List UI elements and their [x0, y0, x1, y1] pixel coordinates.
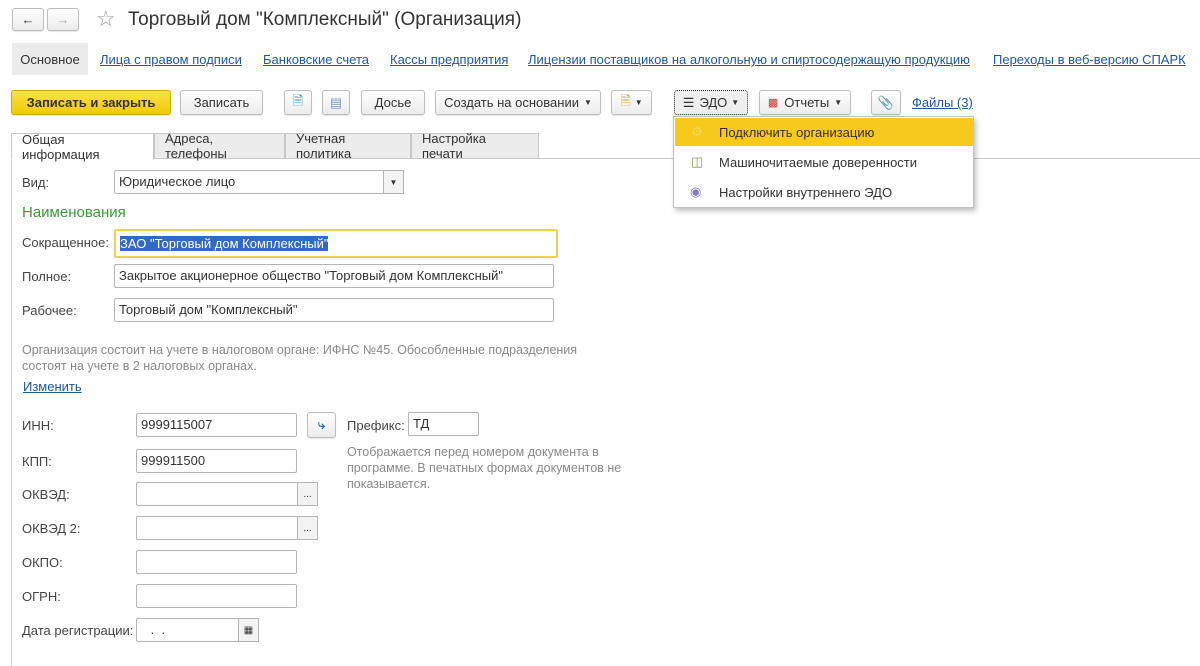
- chevron-down-icon: ▼: [634, 98, 643, 107]
- okved-input[interactable]: ...: [136, 482, 318, 506]
- forward-button[interactable]: →: [47, 8, 79, 31]
- work-name-input[interactable]: Торговый дом "Комплексный": [114, 298, 554, 322]
- nav-spark[interactable]: Переходы в веб-версию СПАРК: [993, 52, 1186, 67]
- dossier-button[interactable]: Досье: [361, 90, 425, 115]
- print-menu-button[interactable]: 🗎 ▼: [611, 90, 652, 115]
- ogrn-input[interactable]: [136, 584, 297, 608]
- edo-dropdown-menu: ⚙ Подключить организацию ◫ Машиночитаемые …: [673, 116, 974, 208]
- menu-item-poa[interactable]: ◫ Машиночитаемые доверенности: [675, 148, 973, 176]
- edo-icon: ☰: [682, 94, 695, 110]
- settings-circle-icon: ◉: [690, 184, 702, 199]
- kpp-input[interactable]: 999911500: [136, 449, 297, 473]
- create-based-button[interactable]: Создать на основании ▼: [435, 90, 601, 115]
- chevron-down-icon: ▼: [834, 98, 843, 107]
- kpp-label: КПП:: [22, 454, 52, 469]
- full-name-input[interactable]: Закрытое акционерное общество "Торговый …: [114, 264, 554, 288]
- vid-label: Вид:: [22, 175, 50, 190]
- change-link[interactable]: Изменить: [23, 379, 82, 394]
- nav-main[interactable]: Основное: [12, 43, 88, 75]
- nav-cash-desks[interactable]: Кассы предприятия: [390, 52, 508, 67]
- save-button[interactable]: Записать: [180, 90, 263, 115]
- okved2-input[interactable]: ...: [136, 516, 318, 540]
- list-button[interactable]: ▤: [322, 90, 350, 115]
- tax-note: Организация состоит на учете в налоговом…: [22, 343, 578, 373]
- vid-select[interactable]: Юридическое лицо ▼: [114, 170, 404, 194]
- calendar-icon[interactable]: ▦: [238, 618, 259, 642]
- tab-addresses[interactable]: Адреса, телефоны: [154, 131, 285, 161]
- tab-general[interactable]: Общая информация: [11, 132, 154, 162]
- prefix-note: Отображается перед номером документа в пр…: [347, 445, 622, 491]
- nav-licenses[interactable]: Лицензии поставщиков на алкогольную и сп…: [528, 52, 970, 67]
- table-icon: ◫: [691, 154, 704, 169]
- reg-date-input[interactable]: . . ▦: [136, 618, 259, 642]
- inn-label: ИНН:: [22, 418, 54, 433]
- reg-date-label: Дата регистрации:: [22, 623, 134, 638]
- document-exchange-icon: 🗎: [292, 92, 304, 108]
- work-name-label: Рабочее:: [22, 303, 77, 318]
- nav-signers[interactable]: Лица с правом подписи: [100, 52, 242, 67]
- ogrn-label: ОГРН:: [22, 589, 61, 604]
- save-close-button[interactable]: Записать и закрыть: [11, 90, 171, 115]
- page-title: Торговый дом "Комплексный" (Организация): [128, 9, 522, 30]
- inn-input[interactable]: 9999115007: [136, 413, 297, 437]
- print-icon: 🗎: [620, 92, 631, 108]
- print-doc-button[interactable]: 🗎: [284, 90, 312, 115]
- chevron-down-icon: ▼: [731, 98, 740, 107]
- content-left-border: [11, 158, 12, 666]
- paperclip-icon: 📎: [877, 94, 895, 110]
- menu-item-internal-edo[interactable]: ◉ Настройки внутреннего ЭДО: [675, 178, 973, 206]
- reports-button[interactable]: ▩ Отчеты ▼: [759, 90, 851, 115]
- names-heading: Наименования: [22, 204, 126, 221]
- list-icon: ▤: [329, 94, 343, 110]
- menu-item-connect-org[interactable]: ⚙ Подключить организацию: [675, 118, 973, 146]
- nav-bank-accounts[interactable]: Банковские счета: [263, 52, 369, 67]
- dropdown-arrow-icon[interactable]: ▼: [383, 170, 404, 194]
- prefix-label: Префикс:: [347, 418, 405, 433]
- okpo-label: ОКПО:: [22, 555, 63, 570]
- back-button[interactable]: ←: [12, 8, 44, 31]
- select-button[interactable]: ...: [297, 482, 318, 506]
- tab-accounting-policy[interactable]: Учетная политика: [285, 131, 411, 161]
- fill-by-inn-button[interactable]: ⤷: [307, 412, 336, 438]
- files-link[interactable]: Файлы (3): [912, 95, 973, 110]
- select-button[interactable]: ...: [297, 516, 318, 540]
- edo-button[interactable]: ☰ ЭДО ▼: [674, 90, 748, 115]
- prefix-input[interactable]: ТД: [408, 412, 479, 436]
- okpo-input[interactable]: [136, 550, 297, 574]
- full-name-label: Полное:: [22, 269, 72, 284]
- report-icon: ▩: [767, 97, 779, 109]
- arrow-curve-icon: ⤷: [317, 417, 326, 432]
- okved-label: ОКВЭД:: [22, 487, 70, 502]
- chevron-down-icon: ▼: [583, 98, 592, 107]
- short-name-label: Сокращенное:: [22, 235, 109, 250]
- short-name-input[interactable]: ЗАО "Торговый дом Комплексный": [114, 229, 558, 258]
- okved2-label: ОКВЭД 2:: [22, 521, 81, 536]
- attach-button[interactable]: 📎: [871, 90, 901, 115]
- connect-icon: ⚙: [691, 124, 703, 139]
- favorite-star-icon[interactable]: ☆: [96, 6, 116, 32]
- tab-print-settings[interactable]: Настройка печати: [411, 131, 539, 161]
